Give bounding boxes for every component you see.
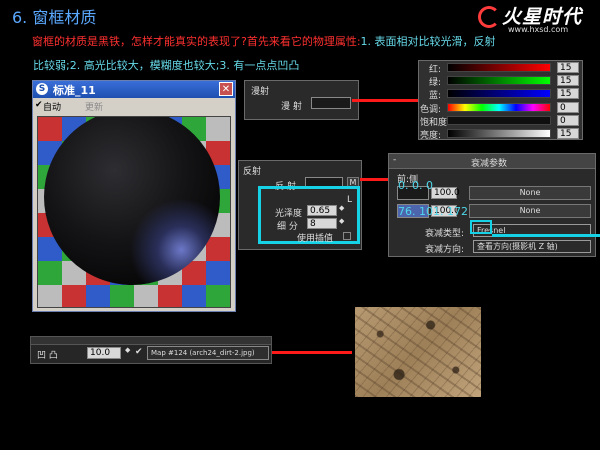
use-interp-label: 使用插值 bbox=[297, 234, 334, 244]
diffuse-label: 漫 射 bbox=[281, 102, 302, 112]
page-title: 6. 窗框材质 bbox=[12, 8, 97, 27]
checker-cell bbox=[206, 261, 230, 285]
logo-url: www.hxsd.com bbox=[508, 25, 569, 34]
falloff-value-a[interactable]: 100.0 bbox=[431, 187, 460, 199]
falloff-type-label: 衰减类型: bbox=[425, 229, 465, 239]
callout-arrow-bump bbox=[272, 351, 352, 354]
hue-value[interactable]: 0 bbox=[557, 102, 579, 113]
value-slider[interactable] bbox=[447, 129, 551, 138]
site-logo: 火星时代 www.hxsd.com bbox=[478, 2, 596, 36]
material-window-title: 标准_11 bbox=[53, 84, 96, 97]
blue-slider[interactable] bbox=[447, 89, 551, 98]
diffuse-color-swatch[interactable] bbox=[311, 97, 351, 109]
intro-cyan-text: 1. 表面相对比较光滑，反射 bbox=[360, 35, 496, 48]
checker-cell bbox=[206, 237, 230, 261]
dirt-texture-thumbnail bbox=[355, 307, 481, 397]
subdiv-spinner-icon[interactable]: ◆ bbox=[339, 217, 344, 225]
hue-label: 色调: bbox=[420, 105, 442, 115]
check-icon: ✔ bbox=[35, 100, 43, 110]
logo-swirl-icon bbox=[478, 6, 500, 28]
subdiv-label: 细 分 bbox=[277, 222, 298, 232]
value-value[interactable]: 15 bbox=[557, 128, 579, 139]
green-label: 绿: bbox=[429, 78, 442, 88]
bump-map-button[interactable]: Map #124 (arch24_dirt-2.jpg) bbox=[147, 346, 269, 360]
collapse-icon[interactable]: - bbox=[393, 155, 396, 165]
close-icon[interactable]: ✕ bbox=[219, 82, 233, 96]
bump-label: 凹 凸 bbox=[37, 351, 58, 361]
green-value[interactable]: 15 bbox=[557, 75, 579, 86]
saturation-value[interactable]: 0 bbox=[557, 115, 579, 126]
saturation-label: 饱和度: bbox=[420, 118, 451, 128]
gloss-value[interactable]: 0.65 bbox=[307, 205, 337, 216]
preview-sphere bbox=[44, 117, 220, 285]
material-window-titlebar[interactable]: S 标准_11 ✕ bbox=[33, 81, 235, 98]
use-interp-checkbox[interactable] bbox=[343, 232, 351, 240]
color-selector-panel: 红: 15 绿: 15 蓝: 15 色调: 0 饱和度: 0 亮度: 15 bbox=[418, 60, 583, 141]
falloff-map-b-button[interactable]: None bbox=[469, 204, 591, 218]
green-slider[interactable] bbox=[447, 76, 551, 85]
intro-line-2: 比较弱;2. 高光比较大，模糊度也较大;3. 有一点点凹凸 bbox=[33, 59, 300, 72]
menu-update[interactable]: 更新 bbox=[85, 100, 103, 113]
blue-value[interactable]: 15 bbox=[557, 88, 579, 99]
material-window-menu: ✔ 自动 更新 bbox=[33, 99, 235, 113]
intro-line-1: 窗框的材质是黑铁，怎样才能真实的表现了?首先来看它的物理属性:1. 表面相对比较… bbox=[32, 33, 496, 49]
reflect-group-label: 反射 bbox=[243, 167, 262, 177]
checker-cell bbox=[62, 285, 86, 307]
material-preview bbox=[37, 116, 231, 308]
falloff-direction-select[interactable]: 查看方向(摄影机 Z 轴) bbox=[473, 240, 591, 253]
checker-cell bbox=[38, 117, 62, 141]
subdiv-value[interactable]: 8 bbox=[307, 218, 337, 229]
checker-cell bbox=[38, 285, 62, 307]
saturation-slider[interactable] bbox=[447, 116, 551, 125]
rgb-annotation-bottom: 76. 101. 172 bbox=[398, 205, 468, 218]
checker-cell bbox=[134, 285, 158, 307]
checker-cell bbox=[206, 117, 230, 141]
highlight-box-gloss: 光泽度 0.65 ◆ 细 分 8 ◆ 使用插值 bbox=[258, 186, 360, 244]
intro-red-text: 窗框的材质是黑铁，怎样才能真实的表现了?首先来看它的物理属性: bbox=[32, 35, 361, 48]
falloff-direction-label: 衰减方向: bbox=[425, 245, 465, 255]
falloff-map-a-button[interactable]: None bbox=[469, 186, 591, 200]
falloff-title: 衰减参数 bbox=[471, 159, 508, 169]
hue-slider[interactable] bbox=[447, 103, 551, 112]
bump-amount[interactable]: 10.0 bbox=[87, 347, 121, 359]
checker-cell bbox=[182, 285, 206, 307]
red-value[interactable]: 15 bbox=[557, 62, 579, 73]
red-label: 红: bbox=[429, 65, 442, 75]
material-editor-window: S 标准_11 ✕ ✔ 自动 更新 bbox=[32, 80, 236, 312]
diffuse-group-label: 漫射 bbox=[251, 87, 270, 97]
rgb-annotation-top: 0. 0. 0 bbox=[398, 179, 433, 192]
blue-label: 蓝: bbox=[429, 91, 442, 101]
highlight-box-fresnel bbox=[470, 220, 492, 234]
callout-arrow-diffuse bbox=[352, 99, 418, 102]
checker-cell bbox=[110, 285, 134, 307]
value-label: 亮度: bbox=[420, 131, 442, 141]
checker-cell bbox=[86, 285, 110, 307]
highlight-line-fresnel bbox=[492, 234, 600, 237]
app-logo-icon: S bbox=[36, 83, 48, 95]
diffuse-panel: 漫射 漫 射 bbox=[244, 80, 359, 120]
bump-enable-checkbox[interactable]: ✔ bbox=[135, 347, 143, 357]
bump-spinner-icon[interactable]: ◆ bbox=[125, 346, 130, 354]
gloss-spinner-icon[interactable]: ◆ bbox=[339, 204, 344, 212]
red-slider[interactable] bbox=[447, 63, 551, 72]
checker-cell bbox=[206, 285, 230, 307]
falloff-titlebar[interactable]: - 衰减参数 bbox=[389, 154, 595, 169]
gloss-label: 光泽度 bbox=[275, 209, 303, 219]
checker-cell bbox=[158, 285, 182, 307]
checker-cell bbox=[38, 261, 62, 285]
menu-auto[interactable]: 自动 bbox=[43, 100, 61, 113]
map-table-header bbox=[31, 337, 271, 345]
bump-map-row: 凹 凸 10.0 ◆ ✔ Map #124 (arch24_dirt-2.jpg… bbox=[30, 336, 272, 364]
